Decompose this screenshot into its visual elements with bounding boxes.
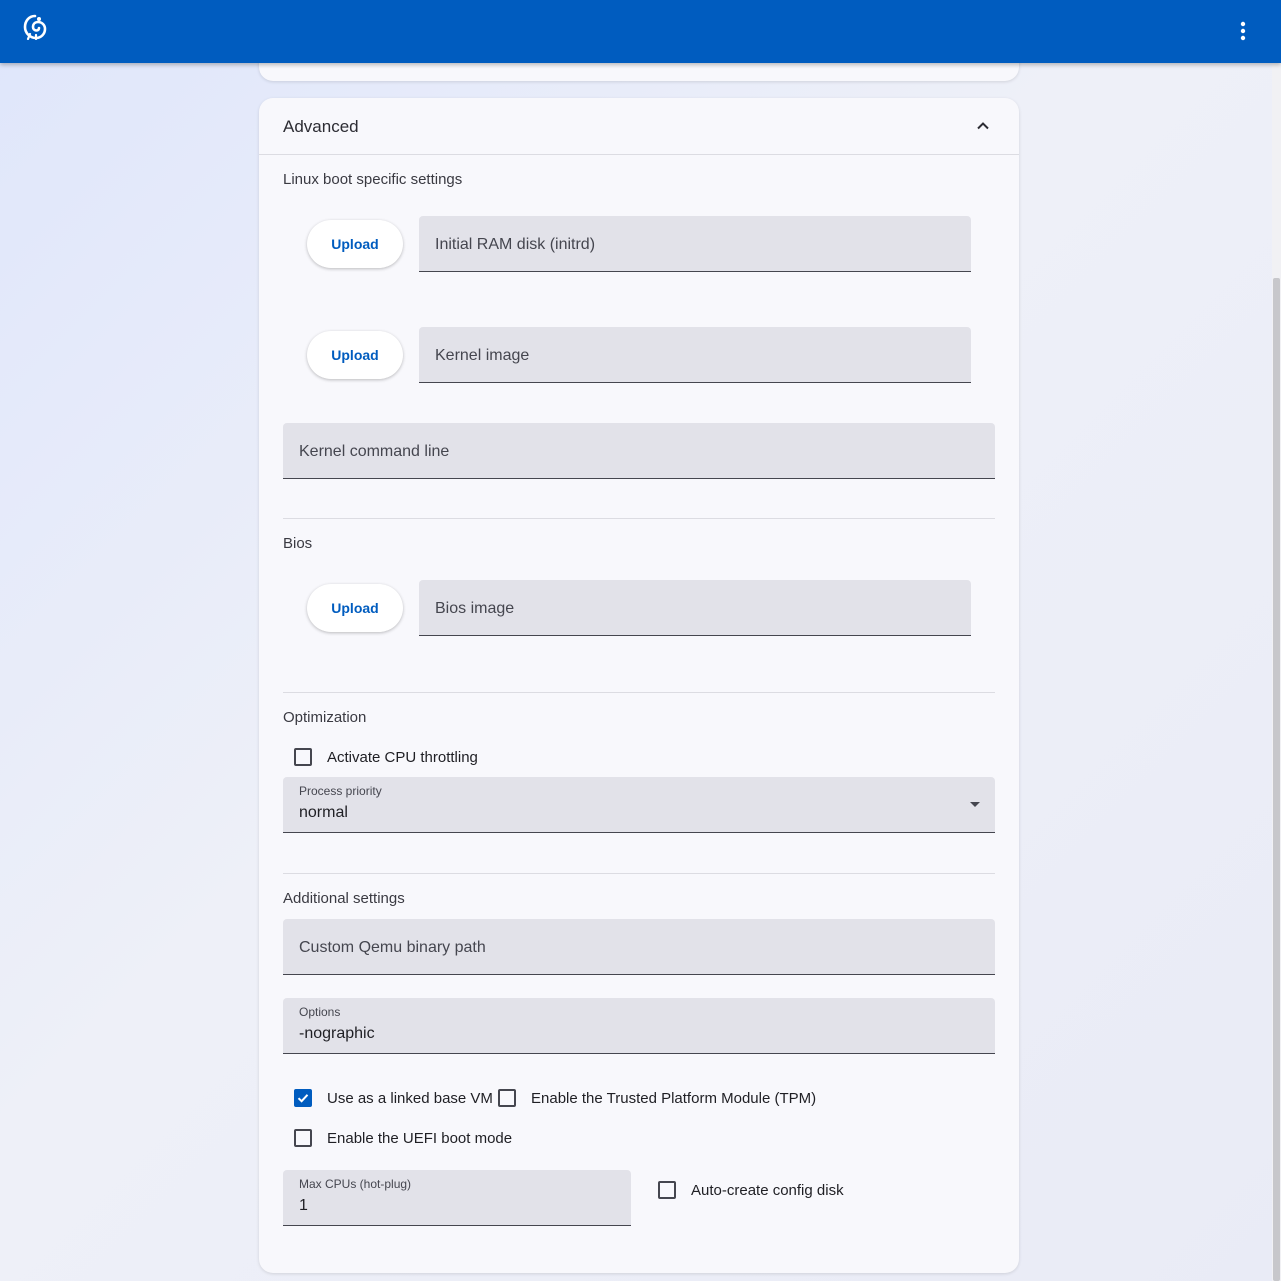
custom-qemu-path-label: Custom Qemu binary path — [299, 939, 486, 956]
max-cpus-value: 1 — [299, 1197, 308, 1214]
advanced-panel: Advanced Linux boot specific settings Up… — [259, 98, 1019, 1273]
checkmark-icon — [297, 1094, 309, 1103]
linked-base-vm-label: Use as a linked base VM — [327, 1089, 493, 1107]
divider — [283, 518, 995, 519]
more-vertical-icon[interactable] — [1229, 17, 1257, 45]
cpu-throttling-label: Activate CPU throttling — [327, 748, 478, 766]
scrollbar-thumb[interactable] — [1273, 278, 1280, 1281]
linux-boot-section-title: Linux boot specific settings — [283, 171, 463, 188]
linked-base-vm-checkbox[interactable]: Use as a linked base VM — [283, 1086, 493, 1110]
checkbox-box[interactable] — [294, 1129, 312, 1147]
upload-kernel-button[interactable]: Upload — [307, 331, 403, 379]
tpm-checkbox[interactable]: Enable the Trusted Platform Module (TPM) — [487, 1086, 816, 1110]
auto-config-disk-label: Auto-create config disk — [691, 1181, 844, 1199]
process-priority-select[interactable]: Process priority normal — [283, 777, 995, 833]
kernel-image-field-label: Kernel image — [435, 347, 530, 364]
chameleon-logo[interactable] — [22, 14, 48, 40]
options-value: -nographic — [299, 1025, 375, 1042]
kernel-image-field[interactable]: Kernel image — [419, 327, 971, 383]
upload-bios-button[interactable]: Upload — [307, 584, 403, 632]
process-priority-value: normal — [299, 804, 348, 821]
checkbox-box[interactable] — [294, 748, 312, 766]
chevron-up-icon[interactable] — [972, 115, 994, 137]
bios-section-title: Bios — [283, 535, 313, 552]
dropdown-arrow-icon[interactable] — [970, 802, 980, 807]
options-field[interactable]: Options -nographic — [283, 998, 995, 1054]
checkbox-box[interactable] — [294, 1089, 312, 1107]
options-label: Options — [299, 1005, 341, 1019]
advanced-panel-header[interactable]: Advanced — [259, 98, 1019, 155]
uefi-boot-checkbox[interactable]: Enable the UEFI boot mode — [283, 1126, 512, 1150]
tpm-label: Enable the Trusted Platform Module (TPM) — [531, 1089, 817, 1107]
advanced-panel-title: Advanced — [283, 117, 359, 136]
kernel-command-line-label: Kernel command line — [299, 443, 450, 460]
max-cpus-field[interactable]: Max CPUs (hot-plug) 1 — [283, 1170, 631, 1226]
initrd-field-label: Initial RAM disk (initrd) — [435, 236, 596, 253]
process-priority-label: Process priority — [299, 784, 382, 798]
divider — [283, 692, 995, 693]
custom-qemu-path-field[interactable]: Custom Qemu binary path — [283, 919, 995, 975]
auto-config-disk-checkbox[interactable]: Auto-create config disk — [647, 1178, 844, 1202]
additional-settings-section-title: Additional settings — [283, 890, 405, 907]
max-cpus-label: Max CPUs (hot-plug) — [299, 1177, 412, 1191]
top-app-bar — [0, 0, 1281, 63]
upload-initrd-button[interactable]: Upload — [307, 220, 403, 268]
checkbox-box[interactable] — [658, 1181, 676, 1199]
checkbox-box[interactable] — [498, 1089, 516, 1107]
initrd-field[interactable]: Initial RAM disk (initrd) — [419, 216, 971, 272]
bios-image-field-label: Bios image — [435, 600, 515, 617]
divider — [283, 873, 995, 874]
kernel-command-line-field[interactable]: Kernel command line — [283, 423, 995, 479]
bios-image-field[interactable]: Bios image — [419, 580, 971, 636]
optimization-section-title: Optimization — [283, 709, 367, 726]
uefi-boot-label: Enable the UEFI boot mode — [327, 1129, 513, 1147]
cpu-throttling-checkbox[interactable]: Activate CPU throttling — [283, 745, 478, 769]
